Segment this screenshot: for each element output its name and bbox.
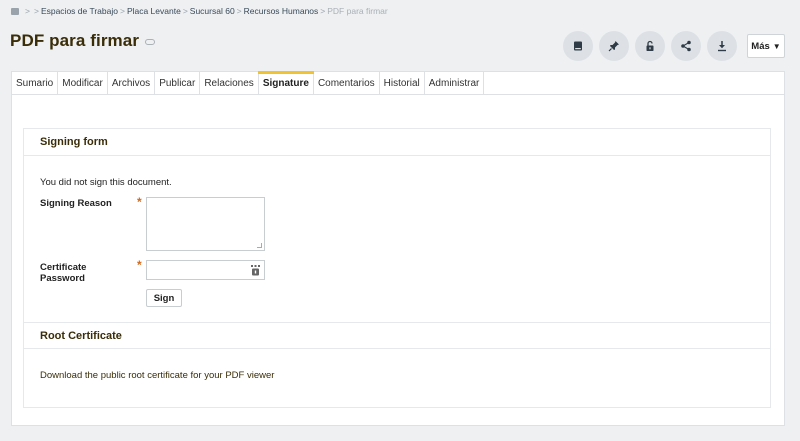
certificate-password-label: Certificate Password [40,262,86,284]
more-dropdown-button[interactable]: Más ▼ [747,34,785,58]
breadcrumb-separator: > [33,6,39,16]
required-marker: * [137,258,142,272]
document-actions: Más ▼ [557,31,785,61]
signing-reason-textarea[interactable] [146,197,265,251]
share-button[interactable] [671,31,701,61]
breadcrumb-separator: > [119,6,125,16]
tab-modificar[interactable]: Modificar [58,72,108,94]
tab-publicar[interactable]: Publicar [155,72,201,94]
resize-grip-icon[interactable] [257,243,262,248]
certificate-password-label-line1: Certificate [40,262,87,273]
tab-signature[interactable]: Signature [257,71,315,94]
root-certificate-heading: Root Certificate [24,322,770,349]
tab-relaciones[interactable]: Relaciones [200,72,259,94]
home-icon[interactable] [11,7,19,15]
password-manager-icon[interactable] [251,265,260,276]
tab-archivos[interactable]: Archivos [108,72,156,94]
tab-administrar[interactable]: Administrar [425,72,485,94]
book-button[interactable] [563,31,593,61]
pin-button[interactable] [599,31,629,61]
pin-icon [608,41,619,52]
breadcrumb-separator: > [182,6,188,16]
page-title: PDF para firmar [10,31,140,50]
certificate-password-input[interactable] [146,260,265,280]
download-root-certificate-link[interactable]: Download the public root certificate for… [40,370,274,381]
signing-reason-label: Signing Reason [40,198,112,209]
tab-sumario[interactable]: Sumario [12,72,59,94]
breadcrumb-separator: > [25,6,30,16]
title-row: PDF para firmar [10,31,156,51]
breadcrumb-item-sucursal[interactable]: Sucursal 60 [190,6,235,16]
tab-comentarios[interactable]: Comentarios [314,72,380,94]
unlock-button[interactable] [635,31,665,61]
caret-down-icon: ▼ [772,41,781,51]
signing-form-panel: Signing form You did not sign this docum… [23,128,771,408]
more-label: Más [751,40,770,52]
certificate-password-label-line2: Password [40,273,85,284]
sign-button[interactable]: Sign [146,289,182,307]
breadcrumb-item-workspaces[interactable]: Espacios de Trabajo [41,6,118,16]
permalink-icon[interactable] [145,39,156,45]
required-marker: * [137,195,142,209]
breadcrumb-separator: > [236,6,242,16]
breadcrumb-current: PDF para firmar [327,6,388,16]
document-tabs: Sumario Modificar Archivos Publicar Rela… [11,71,785,94]
signature-status-message: You did not sign this document. [40,177,172,188]
breadcrumb: > > Espacios de Trabajo > Placa Levante … [11,4,388,18]
signing-form-title: Signing form [24,129,770,156]
download-icon [718,41,726,52]
breadcrumb-item-placa-levante[interactable]: Placa Levante [127,6,181,16]
unlock-icon [646,40,654,51]
share-icon [681,40,691,52]
tab-historial[interactable]: Historial [380,72,425,94]
breadcrumb-item-recursos-humanos[interactable]: Recursos Humanos [244,6,319,16]
book-icon [574,41,582,51]
breadcrumb-separator: > [320,6,326,16]
download-button[interactable] [707,31,737,61]
